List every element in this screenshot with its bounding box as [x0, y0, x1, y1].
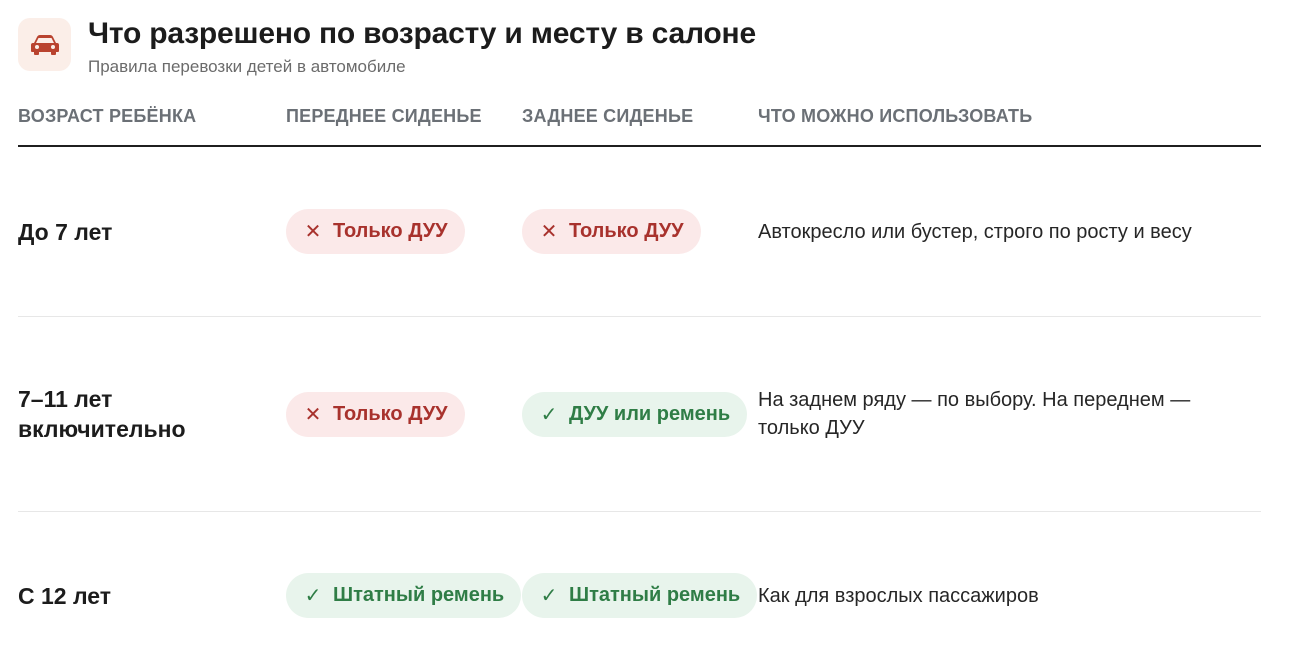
badge-label: Только ДУУ: [569, 220, 684, 242]
cross-icon: ✕: [304, 404, 322, 426]
column-header-rear-seat: ЗАДНЕЕ СИДЕНЬЕ: [522, 106, 694, 126]
front-seat-badge: ✓ Штатный ремень: [286, 573, 522, 618]
car-icon: [30, 34, 59, 55]
page-subtitle: Правила перевозки детей в автомобиле: [88, 57, 406, 76]
rear-seat-badge: ✕ Только ДУУ: [522, 209, 701, 254]
page-title: Что разрешено по возрасту и месту в сало…: [88, 17, 756, 50]
check-icon: ✓: [540, 404, 558, 426]
front-seat-badge: ✕ Только ДУУ: [286, 392, 465, 437]
column-header-age: ВОЗРАСТ РЕБЁНКА: [18, 106, 197, 126]
age-label: 7–11 лет включительно: [18, 384, 186, 444]
page-header: Что разрешено по возрасту и месту в сало…: [18, 18, 756, 76]
age-label-line: включительно: [18, 416, 186, 442]
cross-icon: ✕: [304, 221, 322, 243]
badge-label: Штатный ремень: [569, 584, 741, 606]
age-label: До 7 лет: [18, 219, 113, 245]
column-header-front-seat: ПЕРЕДНЕЕ СИДЕНЬЕ: [286, 106, 482, 126]
age-label: С 12 лет: [18, 583, 112, 609]
usage-note: Как для взрослых пассажиров: [758, 585, 1039, 607]
header-divider: [18, 145, 1261, 147]
cross-icon: ✕: [540, 221, 558, 243]
badge-label: Только ДУУ: [333, 220, 448, 242]
rear-seat-badge: ✓ ДУУ или ремень: [522, 392, 748, 437]
badge-label: ДУУ или ремень: [569, 403, 731, 425]
badge-label: Штатный ремень: [333, 584, 505, 606]
front-seat-badge: ✕ Только ДУУ: [286, 209, 465, 254]
badge-label: Только ДУУ: [333, 403, 448, 425]
rear-seat-badge: ✓ Штатный ремень: [522, 573, 758, 618]
check-icon: ✓: [540, 585, 558, 607]
car-icon-badge: [18, 18, 71, 71]
row-divider: [18, 316, 1261, 317]
age-label-line: 7–11 лет: [18, 386, 113, 412]
check-icon: ✓: [304, 585, 322, 607]
row-divider: [18, 511, 1261, 512]
usage-note: На заднем ряду — по выбору. На переднем …: [758, 389, 1191, 439]
usage-note: Автокресло или бустер, строго по росту и…: [758, 221, 1192, 243]
column-header-usage: ЧТО МОЖНО ИСПОЛЬЗОВАТЬ: [758, 106, 1033, 126]
